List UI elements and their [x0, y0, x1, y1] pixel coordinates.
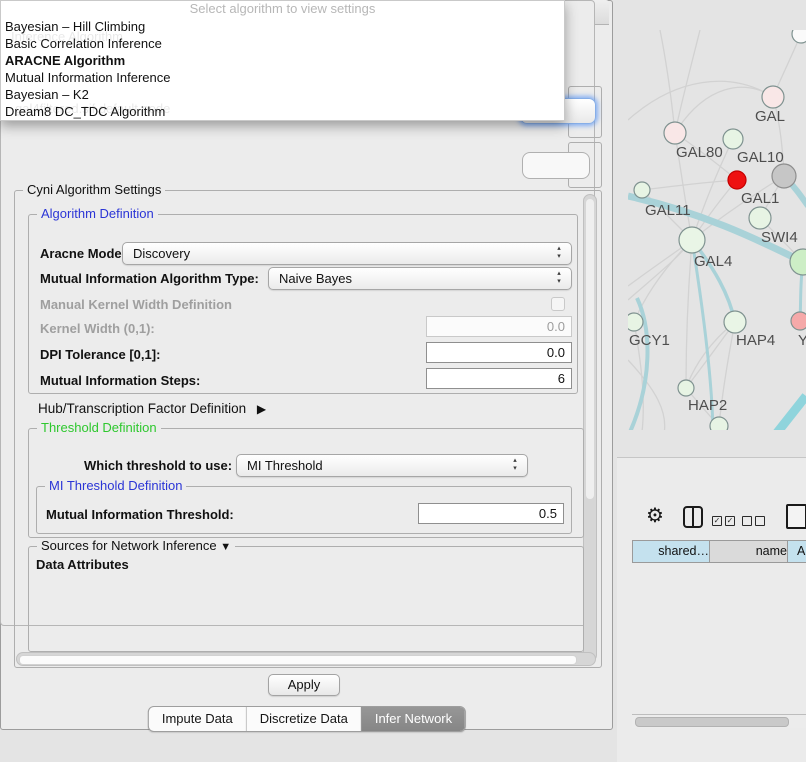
manual-kernel-label: Manual Kernel Width Definition [40, 297, 232, 312]
menu-item-bayesian-hill-climbing[interactable]: Bayesian – Hill Climbing [5, 18, 145, 35]
kernel-width-label: Kernel Width (0,1): [40, 321, 155, 336]
aracne-mode-label: Aracne Mode: [40, 246, 126, 261]
table-header-shared-name[interactable]: shared… [632, 540, 716, 563]
network-canvas[interactable]: GAL GAL80 GAL10 GAL1 SWI4 GAL11 GAL4 GCY1 HAP4 Y H… [628, 30, 806, 430]
apply-button[interactable]: Apply [268, 674, 340, 696]
network-edge [776, 396, 806, 430]
network-node-label: GAL11 [645, 202, 691, 219]
tab-discretize-data[interactable]: Discretize Data [246, 707, 361, 731]
network-node-label: GAL10 [737, 149, 784, 166]
combo-arrows-icon: ▴▾ [510, 457, 520, 473]
network-edge [660, 30, 675, 133]
mi-type-combo[interactable]: Naive Bayes ▴▾ [268, 267, 572, 290]
menu-item-dream8[interactable]: Dream8 DC_TDC Algorithm [5, 103, 165, 120]
mi-threshold-field[interactable]: 0.5 [418, 503, 564, 524]
threshold-definition-title: Threshold Definition [37, 420, 161, 435]
network-node[interactable] [678, 380, 694, 396]
mi-threshold-group-title: MI Threshold Definition [45, 478, 186, 493]
network-node[interactable] [664, 122, 686, 144]
network-node-label: GAL80 [676, 144, 723, 161]
settings-hscroll-thumb[interactable] [19, 655, 577, 665]
table-header-partial[interactable]: A [787, 540, 806, 563]
tab-impute-data[interactable]: Impute Data [149, 707, 246, 731]
network-node[interactable] [792, 30, 806, 43]
network-edge [628, 81, 773, 120]
which-threshold-value: MI Threshold [247, 458, 323, 473]
expand-right-icon: ▶ [257, 402, 266, 416]
network-node-label: HAP4 [736, 332, 775, 349]
network-node[interactable] [710, 417, 728, 430]
mi-type-label: Mutual Information Algorithm Type: [40, 271, 259, 286]
bottom-tabbar: Impute Data Discretize Data Infer Networ… [148, 706, 466, 732]
tab-infer-network[interactable]: Infer Network [361, 707, 465, 731]
network-node[interactable] [723, 129, 743, 149]
settings-vscroll-thumb[interactable] [586, 199, 594, 499]
which-threshold-combo[interactable]: MI Threshold ▴▾ [236, 454, 528, 477]
mi-steps-field[interactable]: 6 [426, 368, 572, 389]
network-node-label: GAL1 [741, 190, 779, 207]
network-node[interactable] [772, 164, 796, 188]
network-node[interactable] [762, 86, 784, 108]
network-node-label: SWI4 [761, 229, 798, 246]
which-threshold-label: Which threshold to use: [84, 458, 232, 473]
split-columns-divider [692, 508, 694, 526]
data-attributes-label: Data Attributes [36, 557, 129, 572]
settings-horizontal-scrollbar[interactable] [16, 652, 596, 666]
mi-threshold-label: Mutual Information Threshold: [46, 507, 234, 522]
network-node-label: GAL [755, 108, 785, 125]
network-edge [686, 240, 692, 388]
network-node[interactable] [724, 311, 746, 333]
kernel-width-field[interactable]: 0.0 [426, 316, 572, 337]
network-node[interactable] [791, 312, 806, 330]
network-node-label: GAL4 [694, 253, 732, 270]
network-node[interactable] [728, 171, 746, 189]
network-node-label: Y [798, 332, 806, 349]
hub-definition-expander[interactable]: Hub/Transcription Factor Definition ▶ [38, 401, 266, 416]
collapse-down-icon: ▼ [220, 541, 231, 553]
hub-definition-label: Hub/Transcription Factor Definition [38, 401, 246, 416]
show-checked-columns-icon[interactable]: ✓✓ [712, 512, 735, 530]
network-node-label: GCY1 [629, 332, 670, 349]
gear-icon[interactable]: ⚙ [646, 503, 664, 528]
table-horizontal-scrollbar[interactable] [632, 714, 806, 728]
table-header-name[interactable]: name [709, 540, 796, 563]
combo-arrows-icon: ▴▾ [554, 270, 564, 286]
document-icon[interactable] [786, 504, 806, 529]
network-node[interactable] [679, 227, 705, 253]
network-node[interactable] [749, 207, 771, 229]
sources-group-title[interactable]: Sources for Network Inference ▼ [37, 538, 235, 553]
screen: GAL GAL80 GAL10 GAL1 SWI4 GAL11 GAL4 GCY1 HAP4 Y H… [0, 0, 806, 762]
algorithm-dropdown[interactable]: Select algorithm to view settings Infere… [0, 0, 565, 121]
network-edge [675, 30, 700, 133]
algorithm-definition-title: Algorithm Definition [37, 206, 158, 221]
menu-item-aracne[interactable]: ARACNE Algorithm [5, 52, 125, 69]
dpi-tolerance-label: DPI Tolerance [0,1]: [40, 347, 160, 362]
combo-arrows-icon: ▴▾ [554, 245, 564, 261]
network-node-label: HAP2 [688, 397, 727, 414]
menu-item-bayesian-k2[interactable]: Bayesian – K2 [5, 86, 89, 103]
network-node[interactable] [634, 182, 650, 198]
split-columns-icon[interactable] [683, 506, 703, 528]
cyni-algorithm-settings-title: Cyni Algorithm Settings [23, 182, 165, 197]
network-node[interactable] [628, 313, 643, 331]
aracne-mode-combo[interactable]: Discovery ▴▾ [122, 242, 572, 265]
settings-vertical-scrollbar[interactable] [583, 194, 597, 662]
aracne-mode-value: Discovery [133, 246, 190, 261]
dpi-tolerance-field[interactable]: 0.0 [426, 342, 572, 363]
algorithm-dropdown-prompt: Select algorithm to view settings [1, 1, 564, 16]
menu-item-basic-correlation[interactable]: Basic Correlation Inference [5, 35, 162, 52]
mi-steps-label: Mutual Information Steps: [40, 373, 200, 388]
data-table-combo-fragment[interactable] [522, 152, 590, 179]
table-hscroll-thumb[interactable] [635, 717, 789, 727]
network-edge [642, 180, 737, 190]
mi-type-value: Naive Bayes [279, 271, 352, 286]
manual-kernel-checkbox[interactable] [551, 297, 565, 311]
menu-item-mutual-information[interactable]: Mutual Information Inference [5, 69, 170, 86]
hide-columns-icon[interactable] [742, 512, 765, 530]
